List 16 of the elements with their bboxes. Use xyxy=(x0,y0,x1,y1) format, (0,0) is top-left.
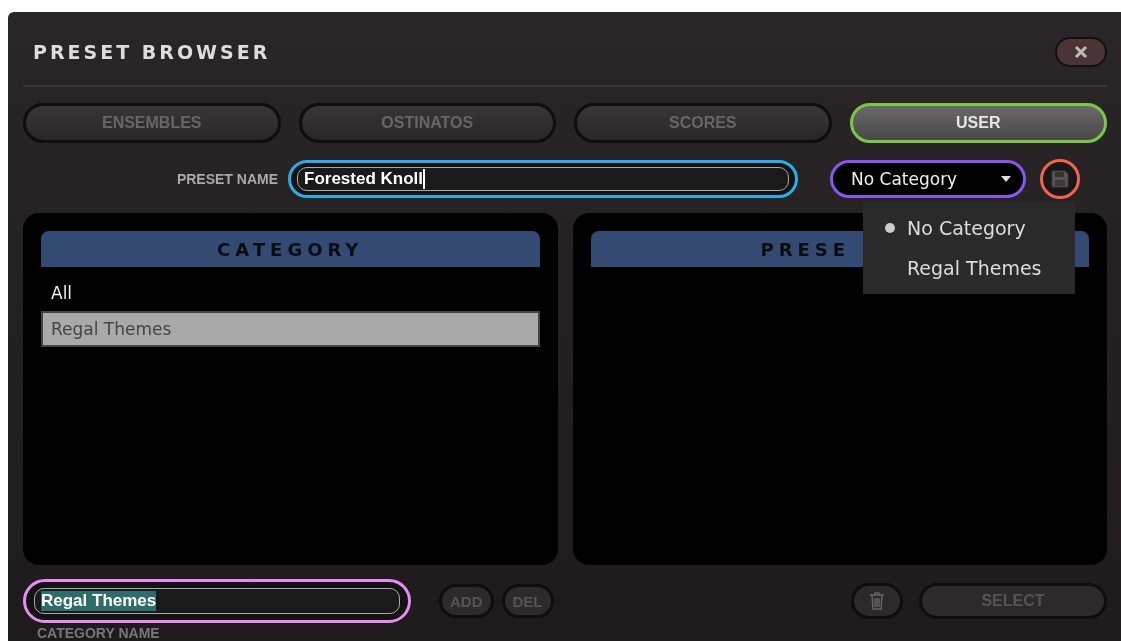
preset-name-label: PRESET NAME xyxy=(175,171,278,188)
category-item[interactable]: All xyxy=(41,275,540,312)
save-button[interactable] xyxy=(1040,159,1080,200)
close-button[interactable] xyxy=(1055,36,1107,67)
caret-icon xyxy=(1001,176,1011,183)
category-header: CATEGORY xyxy=(41,231,540,268)
category-name-label: CATEGORY NAME xyxy=(37,625,161,641)
trash-button[interactable] xyxy=(851,583,903,619)
category-dropdown[interactable]: No Category xyxy=(830,160,1026,199)
preset-name-field[interactable]: Forested Knoll xyxy=(288,160,798,199)
close-icon xyxy=(1074,44,1088,59)
category-name-field[interactable]: Regal Themes xyxy=(23,579,411,623)
category-item[interactable]: Regal Themes xyxy=(41,311,540,348)
trash-icon xyxy=(869,592,885,610)
tab[interactable]: USER xyxy=(849,103,1107,144)
window-title: PRESET BROWSER xyxy=(32,40,271,63)
